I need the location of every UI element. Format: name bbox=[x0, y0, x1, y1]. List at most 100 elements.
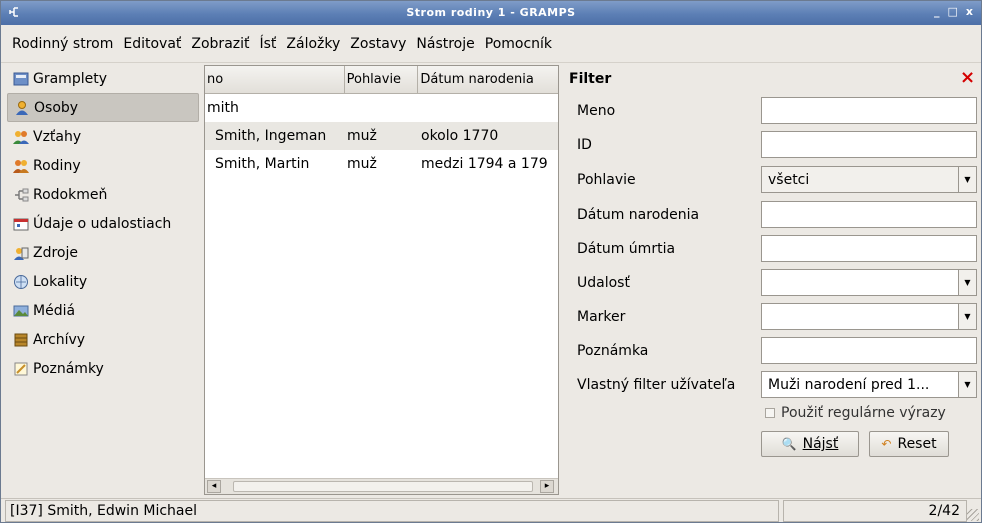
media-icon bbox=[13, 305, 29, 316]
menu-reports[interactable]: Zostavy bbox=[345, 33, 411, 55]
filter-row-name: Meno bbox=[577, 97, 977, 125]
sidebar-item-label: Poznámky bbox=[33, 360, 104, 377]
menu-family-tree[interactable]: Rodinný strom bbox=[7, 33, 118, 55]
places-icon bbox=[14, 274, 28, 289]
window-title: Strom rodiny 1 - GRAMPS bbox=[406, 6, 576, 19]
filter-row-note: Poznámka bbox=[577, 337, 977, 365]
repositories-icon bbox=[14, 333, 28, 346]
filter-row-custom: Vlastný filter užívateľa Muži narodení p… bbox=[577, 371, 977, 399]
people-list: no Pohlavie Dátum narodenia mith Smith, … bbox=[204, 65, 559, 495]
reset-button[interactable]: ↶ Reset bbox=[869, 431, 949, 457]
sidebar-item-label: Lokality bbox=[33, 273, 88, 290]
death-date-label: Dátum úmrtia bbox=[577, 241, 676, 257]
pedigree-icon bbox=[15, 188, 29, 201]
status-count: 2/42 bbox=[783, 500, 967, 522]
chevron-down-icon[interactable]: ▼ bbox=[958, 372, 976, 397]
cell-name: Smith, Martin bbox=[215, 156, 310, 172]
regex-checkbox-row[interactable]: Použiť regulárne výrazy bbox=[765, 405, 946, 421]
sidebar-item-notes[interactable]: Poznámky bbox=[7, 354, 199, 383]
name-label: Meno bbox=[577, 103, 616, 119]
table-row[interactable]: Smith, Ingeman muž okolo 1770 bbox=[205, 122, 558, 150]
notes-icon bbox=[14, 362, 28, 375]
custom-filter-select[interactable]: Muži narodení pred 1... ▼ bbox=[761, 371, 977, 398]
gramplet-icon bbox=[13, 72, 29, 85]
find-icon: 🔍 bbox=[781, 437, 797, 451]
close-window-button[interactable]: x bbox=[966, 5, 973, 18]
menu-bookmarks[interactable]: Záložky bbox=[281, 33, 345, 55]
note-field[interactable] bbox=[761, 337, 977, 364]
sidebar-item-gramplets[interactable]: Gramplety bbox=[7, 64, 199, 93]
chevron-down-icon[interactable]: ▼ bbox=[958, 304, 976, 329]
table-row[interactable]: Smith, Martin muž medzi 1794 a 179 bbox=[205, 150, 558, 178]
chevron-down-icon[interactable]: ▼ bbox=[958, 167, 976, 192]
marker-combo[interactable]: ▼ bbox=[761, 303, 977, 330]
sidebar-item-people[interactable]: Osoby bbox=[7, 93, 199, 122]
custom-filter-label: Vlastný filter užívateľa bbox=[577, 377, 736, 393]
id-field[interactable] bbox=[761, 131, 977, 158]
sources-icon bbox=[14, 247, 29, 260]
menu-view[interactable]: Zobraziť bbox=[186, 33, 254, 55]
sidebar-item-label: Vzťahy bbox=[33, 128, 82, 145]
regex-checkbox[interactable] bbox=[765, 408, 775, 418]
filter-row-gender: Pohlavie všetci ▼ bbox=[577, 166, 977, 194]
close-filter-icon[interactable]: × bbox=[960, 69, 975, 87]
sidebar-item-label: Zdroje bbox=[33, 244, 78, 261]
sidebar-item-sources[interactable]: Zdroje bbox=[7, 238, 199, 267]
filter-row-death: Dátum úmrtia bbox=[577, 235, 977, 263]
column-header-name[interactable]: no bbox=[205, 66, 345, 93]
menu-go[interactable]: Ísť bbox=[255, 33, 282, 55]
families-icon bbox=[13, 159, 29, 173]
death-date-field[interactable] bbox=[761, 235, 977, 262]
sidebar-item-label: Archívy bbox=[33, 331, 86, 348]
birth-date-label: Dátum narodenia bbox=[577, 207, 700, 223]
birth-date-field[interactable] bbox=[761, 201, 977, 228]
status-bar: [I37] Smith, Edwin Michael 2/42 bbox=[1, 498, 981, 523]
menu-tools[interactable]: Nástroje bbox=[411, 33, 479, 55]
resize-grip-icon[interactable] bbox=[967, 509, 979, 521]
events-icon bbox=[13, 218, 29, 230]
scroll-left-arrow-icon[interactable]: ◂ bbox=[207, 480, 221, 493]
group-row[interactable]: mith bbox=[205, 94, 558, 122]
name-field[interactable] bbox=[761, 97, 977, 124]
scrollbar-thumb[interactable] bbox=[233, 481, 533, 492]
sidebar-item-events[interactable]: Údaje o udalostiach bbox=[7, 209, 199, 238]
gender-value: všetci bbox=[768, 172, 810, 188]
column-header-birth-date[interactable]: Dátum narodenia bbox=[418, 66, 558, 93]
filter-panel: Filter × Meno ID Pohlavie všetci ▼ Dátum… bbox=[563, 65, 977, 485]
sidebar-item-label: Gramplety bbox=[33, 70, 107, 87]
sidebar-item-repositories[interactable]: Archívy bbox=[7, 325, 199, 354]
filter-title: Filter bbox=[569, 71, 612, 87]
minimize-button[interactable]: _ bbox=[934, 5, 940, 18]
menu-bar: Rodinný strom Editovať Zobraziť Ísť Zálo… bbox=[1, 25, 981, 63]
sidebar-item-label: Rodokmeň bbox=[33, 186, 108, 203]
menu-help[interactable]: Pomocník bbox=[480, 33, 557, 55]
marker-label: Marker bbox=[577, 309, 626, 325]
title-bar[interactable]: Strom rodiny 1 - GRAMPS _ □ x bbox=[1, 1, 981, 25]
maximize-button[interactable]: □ bbox=[947, 5, 957, 18]
event-combo[interactable]: ▼ bbox=[761, 269, 977, 296]
horizontal-scrollbar[interactable]: ◂ ▸ bbox=[205, 478, 558, 494]
gender-label: Pohlavie bbox=[577, 172, 636, 188]
cell-gender: muž bbox=[347, 156, 377, 172]
menu-edit[interactable]: Editovať bbox=[118, 33, 186, 55]
scroll-right-arrow-icon[interactable]: ▸ bbox=[540, 480, 554, 493]
custom-filter-value: Muži narodení pred 1... bbox=[768, 377, 930, 393]
find-button[interactable]: 🔍 Nájsť bbox=[761, 431, 859, 457]
chevron-down-icon[interactable]: ▼ bbox=[958, 270, 976, 295]
cell-name: Smith, Ingeman bbox=[215, 128, 327, 144]
sidebar-item-label: Údaje o udalostiach bbox=[33, 215, 172, 232]
sidebar-item-media[interactable]: Médiá bbox=[7, 296, 199, 325]
undo-icon: ↶ bbox=[881, 437, 892, 451]
relationships-icon bbox=[13, 130, 29, 144]
sidebar-item-families[interactable]: Rodiny bbox=[7, 151, 199, 180]
regex-label: Použiť regulárne výrazy bbox=[781, 405, 946, 421]
status-text: [I37] Smith, Edwin Michael bbox=[5, 500, 779, 522]
sidebar-item-relationships[interactable]: Vzťahy bbox=[7, 122, 199, 151]
sidebar-item-label: Rodiny bbox=[33, 157, 81, 174]
sidebar-item-places[interactable]: Lokality bbox=[7, 267, 199, 296]
sidebar-item-pedigree[interactable]: Rodokmeň bbox=[7, 180, 199, 209]
cell-birth-date: okolo 1770 bbox=[421, 128, 499, 144]
column-header-gender[interactable]: Pohlavie bbox=[345, 66, 419, 93]
gender-select[interactable]: všetci ▼ bbox=[761, 166, 977, 193]
reset-button-label: Reset bbox=[897, 436, 937, 452]
